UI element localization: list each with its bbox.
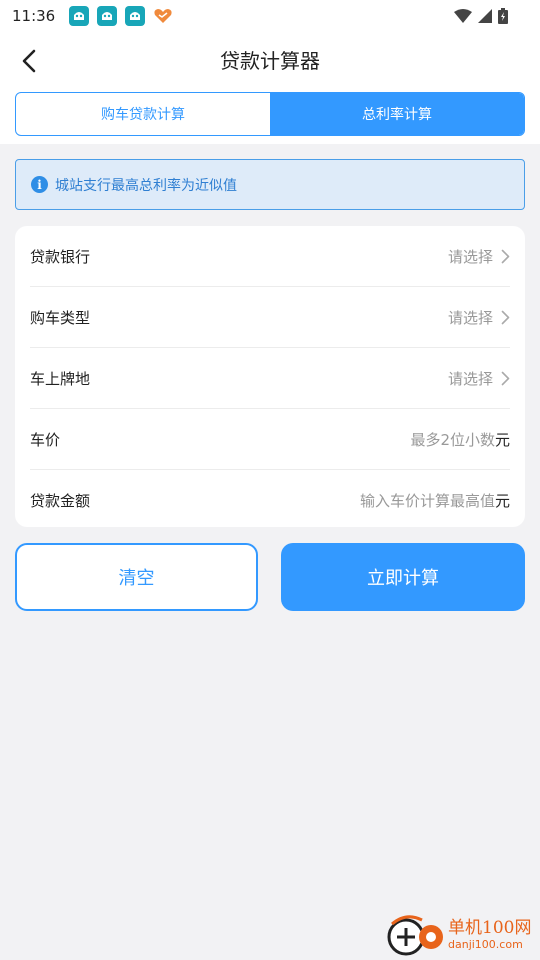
car-price-input[interactable]: 最多2位小数: [410, 429, 495, 450]
unit-label: 元: [494, 430, 510, 449]
page: 11:36 贷款计算器 购车贷款计算 总利率计算 i 城站支行最高总利率为近似值…: [0, 0, 540, 960]
chevron-right-icon: [501, 249, 510, 264]
select-placeholder: 请选择: [447, 308, 493, 327]
info-banner: i 城站支行最高总利率为近似值: [15, 159, 525, 210]
signal-icon: [478, 9, 492, 23]
watermark-text: 单机100网 danji100.com: [448, 918, 531, 952]
row-label: 贷款金额: [30, 492, 91, 510]
status-time: 11:36: [12, 7, 56, 25]
row-label: 贷款银行: [30, 247, 91, 266]
row-value: 最多2位小数 元: [410, 429, 510, 450]
watermark-cn: 单机100网: [448, 918, 532, 938]
row-value: 请选择: [448, 246, 510, 267]
page-title: 贷款计算器: [220, 49, 320, 73]
car-price-field[interactable]: 车价 最多2位小数 元: [30, 409, 510, 470]
header: 贷款计算器 购车贷款计算 总利率计算: [0, 32, 540, 144]
chevron-right-icon: [501, 310, 510, 325]
select-placeholder: 请选择: [447, 369, 493, 388]
loan-amount-input[interactable]: 输入车价计算最高值: [360, 490, 495, 511]
loan-bank-selector[interactable]: 贷款银行 请选择: [30, 226, 510, 287]
info-icon: i: [31, 176, 48, 193]
plate-location-selector[interactable]: 车上牌地 请选择: [30, 348, 510, 409]
tab-car-loan[interactable]: 购车贷款计算: [16, 93, 270, 135]
wifi-icon: [454, 9, 472, 23]
app-notification-icon: [69, 6, 90, 26]
app-notification-icon: [97, 6, 118, 26]
watermark-en: danji100.com: [448, 938, 523, 951]
app-notification-icon: [125, 6, 146, 26]
clear-button[interactable]: 清空: [15, 543, 258, 611]
row-label: 车上牌地: [30, 369, 91, 388]
row-label: 购车类型: [30, 308, 91, 327]
row-label: 车价: [30, 430, 61, 449]
unit-label: 元: [494, 492, 510, 510]
status-indicators: [454, 8, 528, 24]
form-card: 贷款银行 请选择 购车类型 请选择 车上牌地 请选择 车价 最多2位小数 元 贷…: [15, 226, 525, 527]
tab-total-rate[interactable]: 总利率计算: [270, 93, 524, 135]
info-text: 城站支行最高总利率为近似值: [55, 177, 237, 194]
heart-icon: [153, 7, 173, 25]
battery-icon: [498, 8, 508, 24]
row-value: 输入车价计算最高值 元: [360, 490, 510, 511]
row-value: 请选择: [448, 368, 510, 389]
car-type-selector[interactable]: 购车类型 请选择: [30, 287, 510, 348]
row-value: 请选择: [448, 307, 510, 328]
loan-amount-field[interactable]: 贷款金额 输入车价计算最高值 元: [30, 470, 510, 531]
calculator-tabs: 购车贷款计算 总利率计算: [15, 92, 525, 136]
status-bar: 11:36: [0, 0, 540, 32]
watermark-logo-icon: [387, 915, 443, 956]
chevron-right-icon: [501, 371, 510, 386]
select-placeholder: 请选择: [447, 247, 493, 266]
calculate-button[interactable]: 立即计算: [281, 543, 525, 611]
watermark: 单机100网 danji100.com: [386, 912, 536, 958]
